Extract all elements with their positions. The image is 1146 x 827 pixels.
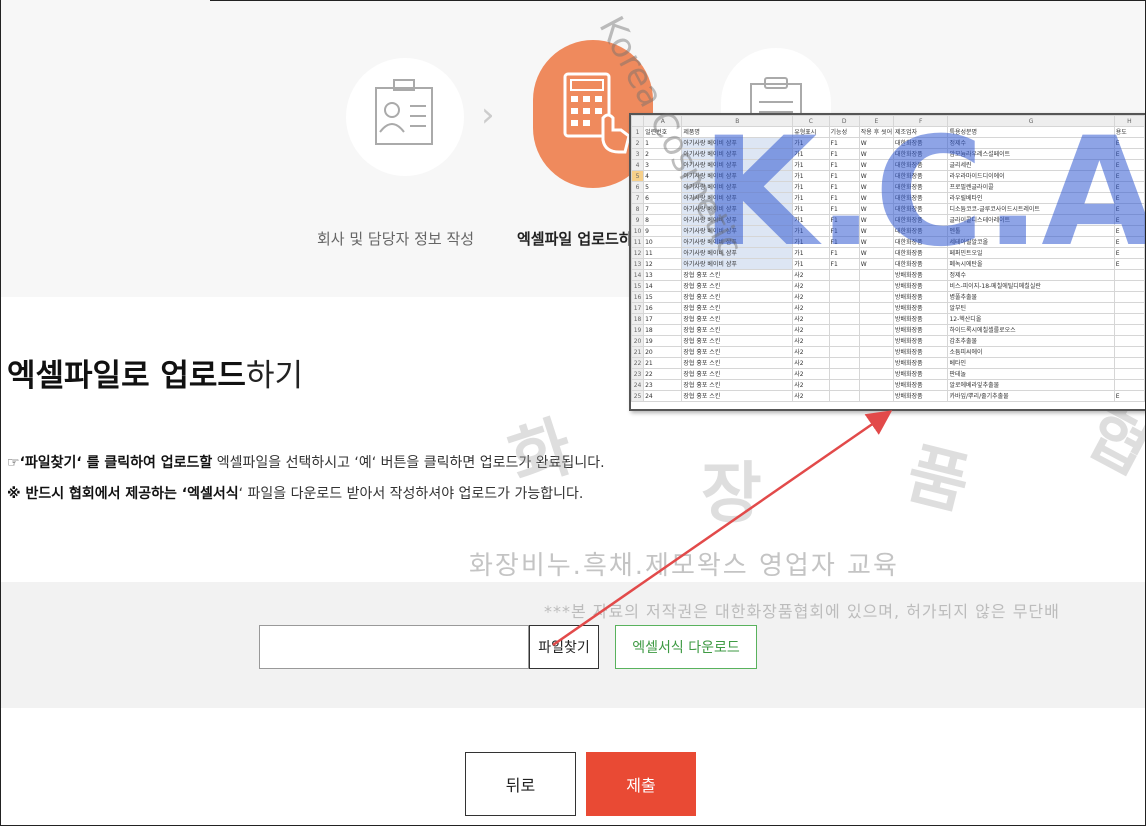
- pointer-arrow: [552, 410, 893, 647]
- page-frame: › 회사 및 담당자 정보 작성 엑셀파일 업로드하 엑셀파일로 업로드하기 ☞…: [0, 0, 1146, 826]
- top-border: [210, 0, 1146, 1]
